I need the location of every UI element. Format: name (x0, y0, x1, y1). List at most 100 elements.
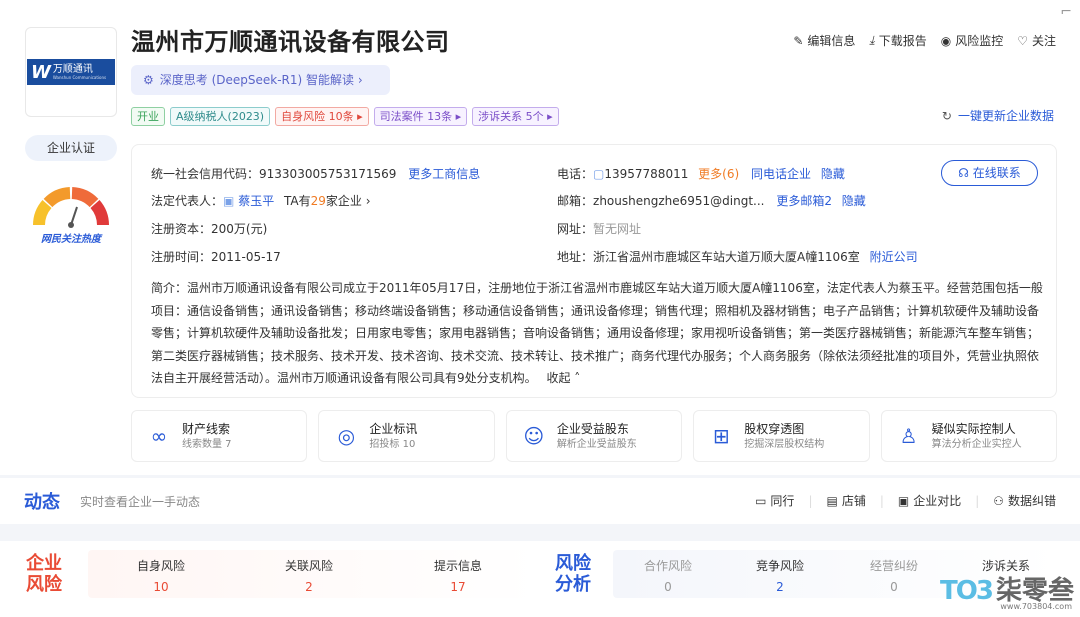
clue-icon: ∞ (150, 424, 168, 448)
feature-sub: 解析企业受益股东 (556, 438, 637, 450)
gauge-seg-red (90, 200, 109, 226)
legal-ta-link[interactable]: TA有29家企业 › (284, 194, 371, 208)
follow-label: 关注 (1031, 34, 1056, 48)
risk-notice[interactable]: 提示信息 17 (398, 557, 518, 594)
feature-controller[interactable]: ♙ 疑似实际控制人 算法分析企业实控人 (880, 410, 1058, 462)
date-label: 注册时间： (151, 250, 212, 264)
online-contact-button[interactable]: ☊ 在线联系 (941, 160, 1038, 186)
compare-icon: ▣ (897, 493, 910, 508)
download-report-label: 下载报告 (878, 34, 927, 48)
download-report-button[interactable]: ⤓ 下载报告 (869, 32, 926, 49)
feature-sub: 算法分析企业实控人 (931, 438, 1022, 450)
gauge-seg-orange (43, 187, 71, 208)
phone-more-link[interactable]: 更多(6) (698, 167, 739, 181)
tag-taxpayer[interactable]: A级纳税人(2023) (170, 107, 271, 126)
phone-value: 13957788011 (604, 167, 689, 181)
legal-name-link[interactable]: 蔡玉平 (238, 194, 274, 208)
feature-title: 企业标讯 (369, 421, 418, 436)
peer-label: 同行 (770, 494, 795, 508)
info-card: 统一社会信用代码：913303005753171569 更多工商信息 法定代表人… (131, 144, 1057, 398)
risk-coop[interactable]: 合作风险 0 (608, 557, 728, 594)
hide-email-link[interactable]: 隐藏 (842, 194, 866, 208)
hide-phone-link[interactable]: 隐藏 (821, 167, 845, 181)
feature-equity[interactable]: ⊞ 股权穿透图 挖掘深层股权结构 (693, 410, 870, 462)
risk-related-value: 2 (305, 580, 313, 594)
tag-judicial[interactable]: 司法案件 13条 ▸ (373, 107, 468, 126)
feature-title: 股权穿透图 (744, 421, 805, 436)
email-more-link[interactable]: 更多邮箱2 (776, 194, 832, 208)
heat-gauge (33, 187, 109, 228)
follow-button[interactable]: ♡ 关注 (1017, 32, 1056, 49)
store-label: 店铺 (841, 494, 866, 508)
tag-open: 开业 (131, 107, 165, 126)
watermark-cn: 柒零叁 (995, 576, 1074, 606)
risk-compete[interactable]: 竞争风险 2 (720, 557, 840, 594)
edit-info-button[interactable]: ✎ 编辑信息 (793, 32, 855, 49)
ai-insight-chip[interactable]: ⚙ 深度思考 (DeepSeek-R1) 智能解读 › (131, 65, 390, 95)
risk-monitor-label: 风险监控 (955, 34, 1004, 48)
logo-brand: 万顺通讯 (52, 64, 93, 75)
feature-sub: 招投标 10 (369, 438, 416, 450)
gauge-seg-redorange (71, 187, 99, 208)
edit-info-label: 编辑信息 (807, 34, 856, 48)
company-intro: 简介：温州市万顺通讯设备有限公司成立于2011年05月17日，注册地位于浙江省温… (151, 277, 1044, 390)
risk-notice-value: 17 (450, 580, 466, 594)
analysis-title-line2: 分析 (555, 574, 591, 595)
phone-row: 电话：▢13957788011 更多(6) 同电话企业 隐藏 (557, 165, 845, 182)
risk-related[interactable]: 关联风险 2 (249, 557, 369, 594)
phone-icon: ▢ (593, 167, 605, 181)
risk-self-value: 10 (153, 580, 169, 594)
collapse-link[interactable]: 收起 ˄ (546, 371, 580, 385)
watermark: TO3 柒零叁 www.703804.com (900, 565, 1080, 617)
tag-self-risk[interactable]: 自身风险 10条 ▸ (275, 107, 369, 126)
data-correct-label: 数据纠错 (1007, 494, 1056, 508)
divider: | (808, 493, 813, 508)
company-logo: W 万顺通讯 Wanshun Communications (25, 27, 117, 117)
tag-litigation[interactable]: 涉诉关系 5个 ▸ (472, 107, 559, 126)
store-button[interactable]: ▤ 店铺 (826, 492, 865, 509)
risk-self[interactable]: 自身风险 10 (101, 557, 221, 594)
eye-icon: ◉ (940, 33, 952, 48)
peer-button[interactable]: ▭ 同行 (755, 492, 794, 509)
bid-icon: ◎ (337, 424, 356, 448)
email-value: zhoushengzhe6951@dingt... (593, 194, 765, 208)
feature-title: 财产线索 (182, 421, 231, 436)
feature-equity-text: 股权穿透图 挖掘深层股权结构 (744, 421, 824, 452)
nearby-link[interactable]: 附近公司 (870, 250, 918, 264)
heat-label: 网民关注热度 (41, 234, 101, 245)
website-label: 网址： (557, 222, 594, 236)
refresh-label: 一键更新企业数据 (957, 109, 1054, 123)
headset-icon: ☊ (958, 166, 969, 180)
intro-text: 简介：温州市万顺通讯设备有限公司成立于2011年05月17日，注册地位于浙江省温… (151, 281, 1043, 385)
capital-row: 注册资本：200万(元) (151, 220, 267, 237)
feature-property-clues-text: 财产线索线索数量 7 (182, 421, 232, 452)
same-phone-link[interactable]: 同电话企业 (751, 167, 811, 181)
divider: | (975, 493, 980, 508)
data-correct-button[interactable]: ⚇ 数据纠错 (993, 492, 1056, 509)
risk-self-label: 自身风险 (136, 559, 185, 573)
dynamic-actions: ▭ 同行 | ▤ 店铺 | ▣ 企业对比 | ⚇ 数据纠错 (755, 492, 1056, 509)
logo-w-mark: W (31, 61, 51, 83)
address-label: 地址： (557, 250, 594, 264)
ai-insight-label: 深度思考 (DeepSeek-R1) 智能解读 › (159, 73, 363, 87)
compare-button[interactable]: ▣ 企业对比 (898, 492, 961, 509)
online-contact-label: 在线联系 (972, 166, 1021, 180)
feature-property-clues[interactable]: ∞ 财产线索线索数量 7 (131, 410, 308, 462)
address-row: 地址：浙江省温州市鹿城区车站大道万顺大厦A幢1106室 附近公司 (557, 248, 918, 265)
peer-icon: ▭ (755, 493, 767, 508)
feature-bid[interactable]: ◎ 企业标讯招投标 10 (318, 410, 495, 462)
feature-shareholder[interactable]: ☺ 企业受益股东 解析企业受益股东 (505, 410, 683, 462)
more-biz-link[interactable]: 更多工商信息 (408, 167, 480, 181)
credit-code-label: 统一社会信用代码： (151, 167, 260, 181)
enterprise-cert-button[interactable]: 企业认证 (25, 135, 117, 161)
risk-monitor-button[interactable]: ◉ 风险监控 (941, 32, 1004, 49)
refresh-data-button[interactable]: ↻ 一键更新企业数据 (942, 107, 1054, 124)
feature-sub: 线索数量 7 (182, 438, 232, 450)
feature-controller-text: 疑似实际控制人 算法分析企业实控人 (932, 421, 1022, 452)
equity-icon: ⊞ (712, 424, 730, 448)
top-actions: ✎ 编辑信息 ⤓ 下载报告 ◉ 风险监控 ♡ 关注 (793, 32, 1056, 49)
company-page: W 万顺通讯 Wanshun Communications 企业认证 网民关注热度… (0, 0, 1080, 617)
risk-title-line1: 企业 (26, 553, 62, 574)
fullscreen-corner-icon[interactable]: ⌐ (1060, 4, 1072, 20)
legal-ta-pre: TA有 (284, 194, 311, 208)
